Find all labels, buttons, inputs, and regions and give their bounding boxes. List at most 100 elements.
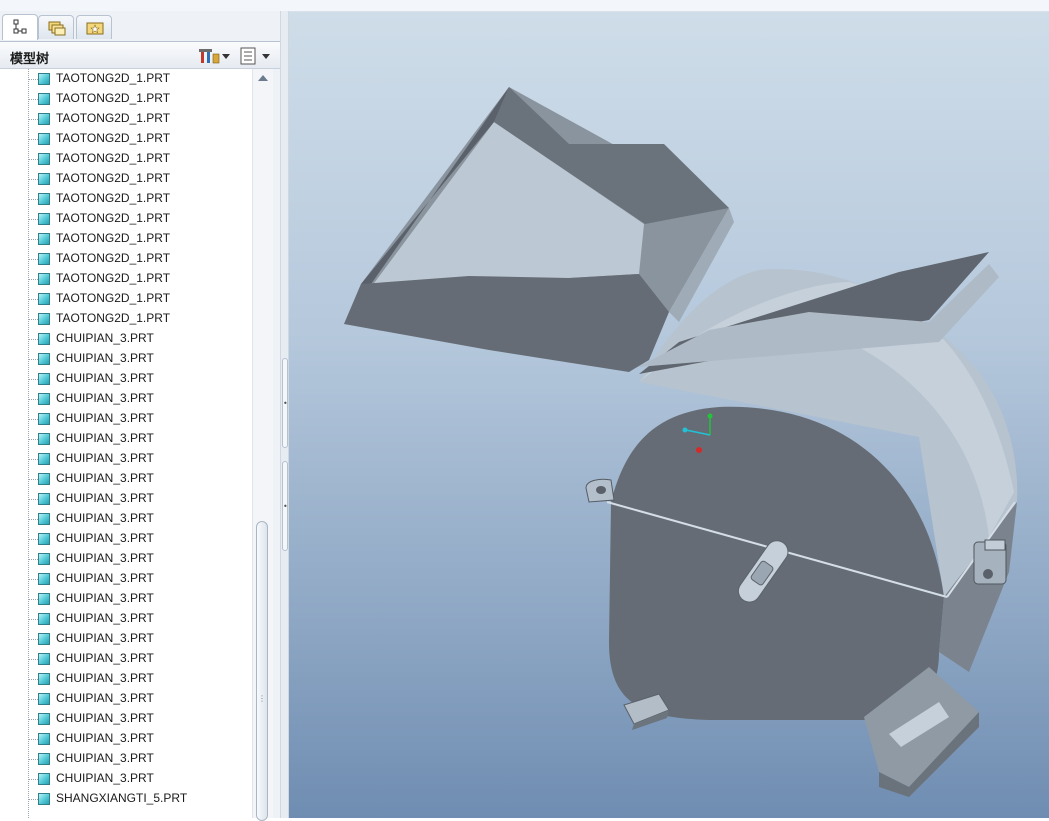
tree-branch-line [28,99,38,100]
tree-item[interactable]: CHUIPIAN_3.PRT [28,490,253,510]
panel-splitter[interactable]: • • [280,11,289,818]
tree-columns-button[interactable] [238,46,272,66]
tree-item[interactable]: CHUIPIAN_3.PRT [28,470,253,490]
tree-item-label: TAOTONG2D_1.PRT [56,171,171,185]
part-icon [38,653,50,665]
tree-item[interactable]: CHUIPIAN_3.PRT [28,350,253,370]
tree-item[interactable]: CHUIPIAN_3.PRT [28,450,253,470]
tree-item[interactable]: CHUIPIAN_3.PRT [28,330,253,350]
tree-item-label: CHUIPIAN_3.PRT [56,531,154,545]
tree-item-label: CHUIPIAN_3.PRT [56,351,154,365]
tree-item[interactable]: CHUIPIAN_3.PRT [28,710,253,730]
tree-branch-line [28,799,38,800]
tree-settings-button[interactable] [198,46,232,66]
tree-item[interactable]: TAOTONG2D_1.PRT [28,70,253,90]
tree-item-label: CHUIPIAN_3.PRT [56,331,154,345]
tree-item[interactable]: TAOTONG2D_1.PRT [28,230,253,250]
tree-item-label: TAOTONG2D_1.PRT [56,271,171,285]
tree-item-label: TAOTONG2D_1.PRT [56,71,171,85]
tree-item-label: CHUIPIAN_3.PRT [56,651,154,665]
tree-branch-line [28,199,38,200]
tree-item-label: CHUIPIAN_3.PRT [56,591,154,605]
tree-branch-line [28,379,38,380]
folder-browser-tab[interactable] [38,15,74,39]
tree-item[interactable]: TAOTONG2D_1.PRT [28,190,253,210]
tree-branch-line [28,639,38,640]
tree-item-label: CHUIPIAN_3.PRT [56,551,154,565]
tree-item[interactable]: TAOTONG2D_1.PRT [28,310,253,330]
tree-branch-line [28,359,38,360]
tree-item[interactable]: CHUIPIAN_3.PRT [28,590,253,610]
tree-item[interactable]: CHUIPIAN_3.PRT [28,410,253,430]
scrollbar-thumb[interactable] [256,521,268,821]
part-icon [38,173,50,185]
favorites-tab[interactable] [76,15,112,39]
tree-item-label: SHANGXIANGTI_5.PRT [56,791,188,805]
part-icon [38,733,50,745]
tree-item[interactable]: TAOTONG2D_1.PRT [28,290,253,310]
tree-branch-line [28,439,38,440]
part-icon [38,353,50,365]
part-icon [38,413,50,425]
splitter-handle-lower[interactable]: • [282,461,288,551]
tree-item[interactable]: TAOTONG2D_1.PRT [28,130,253,150]
tree-item-label: CHUIPIAN_3.PRT [56,631,154,645]
tree-item[interactable]: TAOTONG2D_1.PRT [28,250,253,270]
splitter-handle-upper[interactable]: • [282,358,288,448]
graphics-viewport[interactable] [289,12,1049,818]
tree-item-label: CHUIPIAN_3.PRT [56,571,154,585]
tree-item[interactable]: CHUIPIAN_3.PRT [28,570,253,590]
part-icon [38,753,50,765]
part-icon [38,273,50,285]
tree-branch-line [28,579,38,580]
tree-item[interactable]: TAOTONG2D_1.PRT [28,170,253,190]
scroll-up-arrow-icon[interactable] [258,75,268,81]
tree-item[interactable]: CHUIPIAN_3.PRT [28,390,253,410]
tree-item[interactable]: CHUIPIAN_3.PRT [28,370,253,390]
tree-item-label: CHUIPIAN_3.PRT [56,471,154,485]
tree-item-label: CHUIPIAN_3.PRT [56,511,154,525]
tree-item[interactable]: CHUIPIAN_3.PRT [28,430,253,450]
tree-item-label: CHUIPIAN_3.PRT [56,611,154,625]
part-icon [38,293,50,305]
tree-item[interactable]: CHUIPIAN_3.PRT [28,530,253,550]
part-icon [38,713,50,725]
part-icon [38,593,50,605]
tree-item-label: TAOTONG2D_1.PRT [56,231,171,245]
tree-branch-line [28,139,38,140]
part-icon [38,333,50,345]
tree-item[interactable]: CHUIPIAN_3.PRT [28,750,253,770]
tree-item[interactable]: TAOTONG2D_1.PRT [28,90,253,110]
tree-item[interactable]: SHANGXIANGTI_5.PRT [28,790,253,810]
tree-branch-line [28,219,38,220]
tree-item[interactable]: CHUIPIAN_3.PRT [28,770,253,790]
tree-item-label: CHUIPIAN_3.PRT [56,491,154,505]
tree-branch-line [28,179,38,180]
tree-item[interactable]: CHUIPIAN_3.PRT [28,610,253,630]
tree-item-label: TAOTONG2D_1.PRT [56,91,171,105]
tree-item-label: CHUIPIAN_3.PRT [56,691,154,705]
tree-item[interactable]: CHUIPIAN_3.PRT [28,510,253,530]
tree-scrollbar[interactable]: ⋮ [252,69,273,821]
tree-item[interactable]: CHUIPIAN_3.PRT [28,670,253,690]
part-icon [38,313,50,325]
tree-item[interactable]: TAOTONG2D_1.PRT [28,210,253,230]
tree-item[interactable]: CHUIPIAN_3.PRT [28,730,253,750]
tree-branch-line [28,559,38,560]
part-icon [38,473,50,485]
model-tree-tab[interactable] [2,14,38,40]
navigator-tabs [0,11,280,41]
tree-item[interactable]: CHUIPIAN_3.PRT [28,650,253,670]
tree-item[interactable]: CHUIPIAN_3.PRT [28,550,253,570]
tree-item[interactable]: TAOTONG2D_1.PRT [28,270,253,290]
tree-item-label: TAOTONG2D_1.PRT [56,191,171,205]
tree-item-label: CHUIPIAN_3.PRT [56,451,154,465]
tree-item[interactable]: CHUIPIAN_3.PRT [28,690,253,710]
part-icon [38,213,50,225]
tree-item[interactable]: TAOTONG2D_1.PRT [28,110,253,130]
tree-item[interactable]: CHUIPIAN_3.PRT [28,630,253,650]
tree-item[interactable]: TAOTONG2D_1.PRT [28,150,253,170]
tree-branch-line [28,339,38,340]
tree-settings-icon [199,49,220,64]
model-tree-header: 模型树 [0,41,280,69]
